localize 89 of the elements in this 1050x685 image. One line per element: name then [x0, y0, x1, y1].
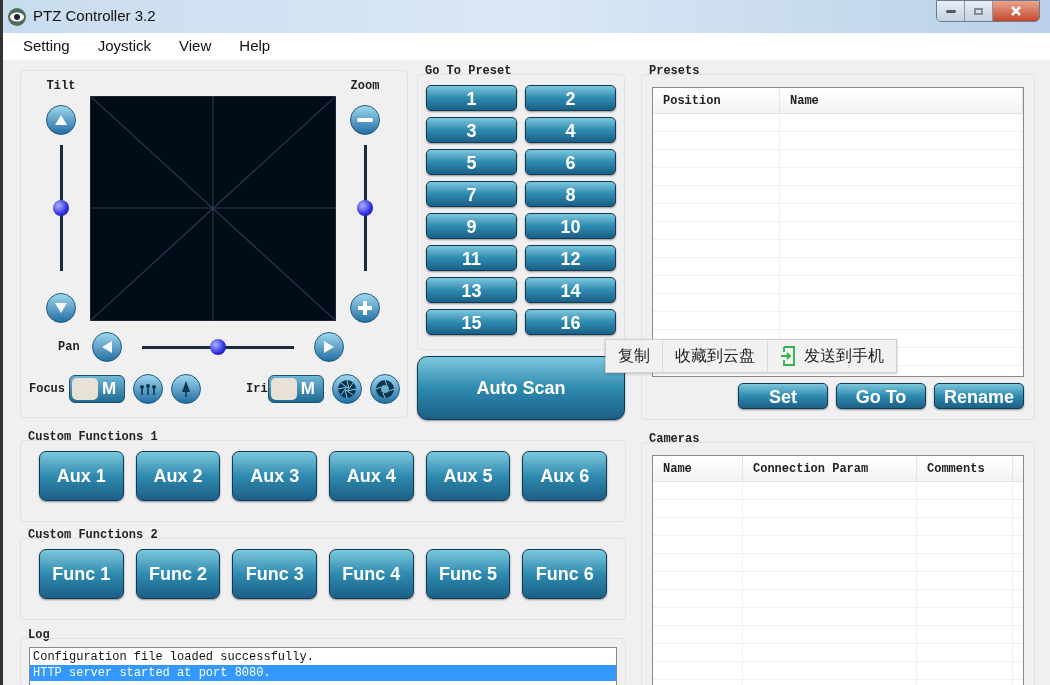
mode-toggle[interactable]: M	[267, 375, 324, 403]
func-button[interactable]: Func 2	[135, 549, 221, 599]
aux-button[interactable]: Aux 5	[425, 451, 511, 501]
group-title: Custom Functions 1	[28, 430, 159, 444]
func-button[interactable]: Func 1	[39, 549, 124, 599]
aux-button[interactable]: Aux 1	[39, 451, 124, 501]
iris-close-button[interactable]	[369, 374, 400, 404]
iris-open-button[interactable]	[331, 374, 362, 404]
vertical-slider[interactable]	[357, 145, 373, 271]
preset-action-button[interactable]: Go To	[836, 383, 926, 409]
close-button[interactable]	[993, 1, 1039, 21]
focus-label: Focus	[29, 381, 65, 398]
aperture-closed-icon	[374, 379, 395, 399]
window-title: PTZ Controller 3.2	[33, 6, 156, 27]
column-header[interactable]: Name	[780, 88, 1023, 113]
group-title: Custom Functions 2	[28, 528, 159, 542]
column-header[interactable]: Position	[653, 88, 780, 113]
context-menu-item[interactable]: 发送到手机	[767, 340, 896, 372]
mode-toggle[interactable]: M	[69, 375, 125, 403]
slider-thumb[interactable]	[357, 200, 373, 216]
preset-button[interactable]: 15	[426, 309, 517, 335]
pan-right-button[interactable]	[313, 332, 344, 362]
minimize-button[interactable]	[937, 1, 965, 21]
mode-label: M	[300, 378, 315, 401]
zoom-label: Zoom	[350, 78, 380, 95]
preset-button[interactable]: 3	[426, 117, 517, 143]
func-button[interactable]: Func 3	[232, 549, 317, 599]
aux-button[interactable]: Aux 3	[232, 451, 317, 501]
aux-button[interactable]: Aux 4	[329, 451, 414, 501]
preset-button[interactable]: 7	[426, 181, 517, 207]
aux-button[interactable]: Aux 2	[135, 451, 221, 501]
preset-button[interactable]: 9	[426, 213, 517, 239]
aperture-icon	[336, 379, 357, 399]
vertical-slider[interactable]	[53, 145, 69, 271]
group-title: Cameras	[649, 432, 701, 446]
preset-button[interactable]: 16	[525, 309, 616, 335]
triangle-up-icon	[54, 113, 68, 127]
iris-label: Iri	[246, 381, 268, 398]
preset-button[interactable]: 2	[525, 85, 616, 111]
pan-left-button[interactable]	[91, 332, 122, 362]
close-icon	[1011, 6, 1021, 16]
eye-logo-icon	[7, 6, 27, 27]
func-button[interactable]: Func 4	[329, 549, 414, 599]
column-header[interactable]: Comments	[917, 456, 1013, 481]
column-header[interactable]: Connection Param	[743, 456, 917, 481]
zoom-in-button[interactable]	[350, 293, 380, 323]
menu-item[interactable]: Help	[239, 35, 271, 58]
func-button[interactable]: Func 5	[425, 549, 511, 599]
flowers-icon	[139, 382, 157, 396]
preset-button[interactable]: 6	[525, 149, 616, 175]
preset-button[interactable]: 13	[426, 277, 517, 303]
preset-button[interactable]: 14	[525, 277, 616, 303]
group-title: Go To Preset	[425, 64, 513, 78]
preset-button[interactable]: 11	[426, 245, 517, 271]
preset-button[interactable]: 4	[525, 117, 616, 143]
tilt-up-button[interactable]	[46, 105, 76, 135]
zoom-out-button[interactable]	[350, 105, 380, 135]
triangle-down-icon	[54, 301, 68, 315]
aux-button[interactable]: Aux 6	[522, 451, 608, 501]
triangle-right-icon	[321, 340, 336, 354]
tree-icon	[181, 380, 191, 398]
context-menu-item[interactable]: 收藏到云盘	[662, 340, 767, 372]
horizontal-slider[interactable]	[141, 339, 294, 355]
preset-button[interactable]: 12	[525, 245, 616, 271]
tilt-label: Tilt	[46, 78, 76, 95]
slider-thumb[interactable]	[209, 339, 226, 355]
send-icon	[780, 346, 798, 366]
pan-label: Pan	[58, 339, 80, 356]
log-line[interactable]: Configuration file loaded successfully.	[30, 649, 616, 665]
preset-button[interactable]: 10	[525, 213, 616, 239]
maximize-button[interactable]	[965, 1, 993, 21]
func-button[interactable]: Func 6	[522, 549, 608, 599]
preset-button[interactable]: 8	[525, 181, 616, 207]
menu-item[interactable]: Joystick	[97, 35, 152, 58]
focus-near-button[interactable]	[133, 374, 163, 404]
preset-button[interactable]: 1	[426, 85, 517, 111]
group-title: Presets	[649, 64, 701, 78]
slider-thumb[interactable]	[53, 200, 69, 216]
tilt-down-button[interactable]	[46, 293, 76, 323]
focus-far-button[interactable]	[171, 374, 201, 404]
mode-label: M	[102, 378, 117, 401]
preset-action-button[interactable]: Rename	[934, 383, 1024, 409]
menu-item[interactable]: View	[179, 35, 212, 58]
preset-action-button[interactable]: Set	[738, 383, 828, 409]
preset-button[interactable]: 5	[426, 149, 517, 175]
menu-item[interactable]: Setting	[23, 35, 70, 58]
column-header[interactable]: Name	[653, 456, 743, 481]
plus-icon	[357, 300, 373, 316]
group-title: Log	[28, 628, 51, 642]
